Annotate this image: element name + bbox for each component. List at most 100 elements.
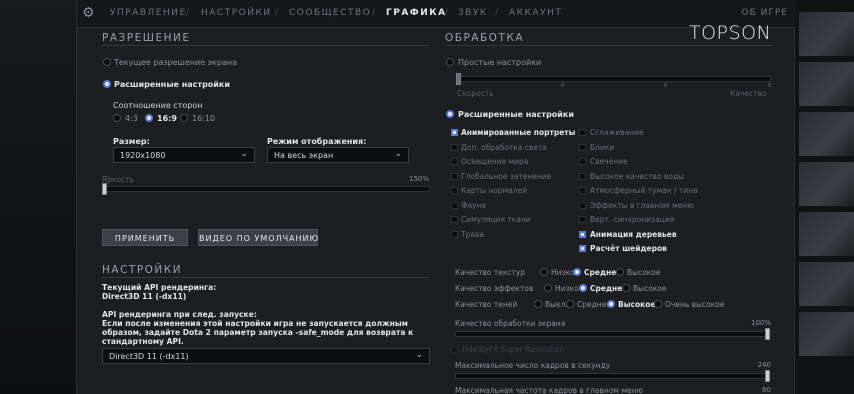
checkbox-left-0[interactable] [451,129,458,136]
max-menu-fps-value: 60 [762,386,771,394]
max-fps-label: Максимальное число кадров в секунду [455,361,611,370]
checkbox-label: Блики [590,142,615,152]
checkbox-label: Атмосферный туман / тина [590,186,698,195]
radio-current-resolution[interactable] [103,58,111,66]
radio-texture-option-2[interactable] [616,268,624,276]
checkbox-label: Освещение мира [461,157,529,166]
background-right [795,0,854,394]
checkbox-right-1[interactable] [579,143,586,151]
screen-quality-value: 100% [750,319,771,327]
tab-sound[interactable]: ЗВУК [458,8,488,18]
tab-settings[interactable]: НАСТРОЙКИ [201,8,272,18]
background-left [0,0,76,394]
checkbox-left-4[interactable] [451,187,458,194]
checkbox-right-3[interactable] [579,172,586,180]
radio-advanced-processing[interactable] [446,110,454,118]
simple-quality-slider-track[interactable] [457,76,771,82]
checkbox-label: Высокое качество воды [590,171,685,181]
radio-effects-option-2[interactable] [622,284,630,292]
checkbox-left-6[interactable] [451,216,458,223]
brightness-slider-thumb[interactable] [102,183,107,195]
size-select[interactable]: 1920x1080 ⌄ [113,147,255,163]
api-select-value: Direct3D 11 (-dx11) [109,352,189,361]
max-fps-value: 240 [757,361,771,369]
checkbox-right-2[interactable] [579,158,586,165]
checkbox-left-2[interactable] [451,158,458,165]
checkbox-right-6[interactable] [579,216,586,223]
background-thumbnail [799,12,854,56]
checkbox-label: Эффекты в главном меню [590,200,694,210]
radio-texture-option-0[interactable] [540,268,548,276]
checkbox-left-3[interactable] [451,172,458,180]
fidelityfx-label: FidelityFX Super Resolution [462,345,565,354]
brightness-slider-track[interactable] [102,186,430,192]
radio-effects-option-0[interactable] [544,284,552,292]
checkbox-label: Симуляция ткани [461,215,531,224]
radio-shadow-option-1[interactable] [566,300,574,308]
checkbox-right-5[interactable] [579,201,586,209]
background-thumbnail [799,162,854,206]
tab-controls[interactable]: УПРАВЛЕНИЕ [110,8,187,18]
advanced-processing-label: Расширенные настройки [458,110,574,119]
radio-effects-option-1[interactable] [579,284,587,292]
shadow-quality-label: Качество теней [455,300,518,309]
tab-graphics[interactable]: ГРАФИКА [386,8,447,18]
resolution-title: РАЗРЕШЕНИЕ [102,32,191,44]
checkbox-left-1[interactable] [451,143,458,151]
shadow-option-label: Очень высокое [665,300,725,309]
texture-quality-label: Качество текстур [455,268,526,277]
radio-aspect-16-10[interactable] [180,114,188,122]
checkbox-label: Анимация деревьев [590,229,677,239]
default-video-button[interactable]: ВИДЕО ПО УМОЛЧАНИЮ [198,229,318,246]
aspect-ratio-title: Соотношение сторон [113,101,203,110]
display-mode-select[interactable]: На весь экран ⌄ [267,147,409,163]
checkbox-right-8[interactable] [579,245,586,252]
radio-texture-option-1[interactable] [573,268,581,276]
radio-shadow-option-3[interactable] [654,300,662,308]
apply-button[interactable]: ПРИМЕНИТЬ [102,229,188,246]
radio-simple-settings[interactable] [446,58,454,66]
max-fps-slider-track[interactable] [455,373,771,379]
checkbox-left-7[interactable] [451,230,458,238]
brand-logo: TOPSON [689,22,772,44]
aspect-16-9-label: 16:9 [157,114,177,123]
checkbox-right-4[interactable] [579,187,586,194]
checkbox-right-7[interactable] [579,230,586,238]
api-select[interactable]: Direct3D 11 (-dx11) ⌄ [102,348,430,364]
checkbox-right-0[interactable] [579,129,586,136]
tab-community[interactable]: СООБЩЕСТВО [289,8,371,18]
gear-icon[interactable]: ⚙ [82,6,96,20]
radio-advanced-resolution[interactable] [103,80,111,88]
radio-aspect-4-3[interactable] [113,114,121,122]
radio-shadow-option-2[interactable] [607,300,615,308]
texture-option-label: Высокое [627,268,661,277]
simple-quality-slider-thumb[interactable] [456,73,461,85]
settings-title: НАСТРОЙКИ [102,264,183,276]
tab-separator: / [495,8,499,18]
tab-account[interactable]: АККАУНТ [509,8,562,18]
radio-aspect-16-9[interactable] [145,114,153,122]
quality-label: Качество [730,89,767,98]
aspect-16-10-label: 16:10 [192,114,216,123]
tab-separator: / [275,8,279,18]
effects-quality-label: Качество эффектов [455,284,534,293]
radio-shadow-option-0[interactable] [534,300,542,308]
checkbox-fidelityfx[interactable] [451,346,458,353]
display-mode-label: Режим отображения: [267,137,367,146]
advanced-resolution-label: Расширенные настройки [114,80,230,89]
checkbox-left-5[interactable] [451,201,458,209]
aspect-4-3-label: 4:3 [125,114,138,123]
current-resolution-label: Текущее разрешение экрана [114,58,238,67]
section-divider [102,277,430,278]
checkbox-label: Расчёт шейдеров [590,244,667,253]
speed-label: Скорость [457,89,494,98]
about-game-link[interactable]: ОБ ИГРЕ [742,8,788,18]
screen-quality-slider-thumb[interactable] [765,328,770,340]
checkbox-label: Анимированные портреты [461,128,576,137]
slider-tick [664,83,667,87]
max-menu-fps-label: Максимальная частота кадров в главном ме… [455,386,643,394]
screen-quality-slider-track[interactable] [455,331,771,337]
max-fps-slider-thumb[interactable] [765,370,770,382]
next-api-note-line: стандартному API. [102,337,184,346]
tab-separator: / [445,8,449,18]
